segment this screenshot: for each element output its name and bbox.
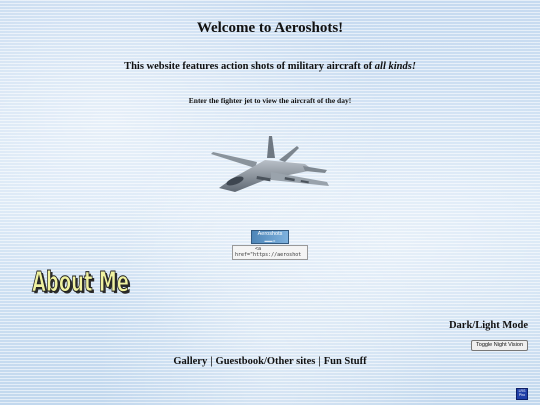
nav-fun-stuff-link[interactable]: Fun Stuff bbox=[324, 356, 367, 367]
fighter-jet-icon[interactable] bbox=[205, 130, 335, 200]
badge-line-2: Pho bbox=[518, 393, 526, 397]
about-me-text: About Me bbox=[32, 265, 129, 298]
jet-instruction: Enter the fighter jet to view the aircra… bbox=[188, 96, 352, 105]
mode-heading: Dark/Light Mode bbox=[448, 320, 528, 331]
corner-badge-link[interactable]: LRS Pho bbox=[516, 388, 528, 400]
site-description: This website features action shots of mi… bbox=[0, 61, 540, 72]
code-line-2: href="https://aeroshot bbox=[235, 252, 302, 258]
nav-guestbook-link[interactable]: Guestbook/Other sites bbox=[216, 356, 316, 367]
banner-label: Aeroshots bbox=[257, 231, 283, 237]
banner-code-textbox[interactable]: <a href="https://aeroshot bbox=[232, 245, 308, 260]
site-description-emphasis: all kinds! bbox=[374, 61, 416, 72]
banner-sub: ▬▬ ▸ bbox=[264, 238, 276, 243]
toggle-night-vision-button[interactable]: Toggle Night Vision bbox=[471, 340, 528, 351]
about-me-link[interactable]: About Me About Me bbox=[30, 262, 135, 298]
bottom-nav: Gallery | Guestbook/Other sites | Fun Stuff bbox=[0, 356, 540, 367]
site-description-text: This website features action shots of mi… bbox=[124, 61, 375, 72]
nav-separator: | bbox=[318, 356, 321, 367]
page-title: Welcome to Aeroshots! bbox=[196, 20, 344, 36]
nav-separator: | bbox=[210, 356, 213, 367]
aeroshots-banner-button[interactable]: Aeroshots ▬▬ ▸ bbox=[251, 230, 289, 244]
nav-gallery-link[interactable]: Gallery bbox=[173, 356, 207, 367]
